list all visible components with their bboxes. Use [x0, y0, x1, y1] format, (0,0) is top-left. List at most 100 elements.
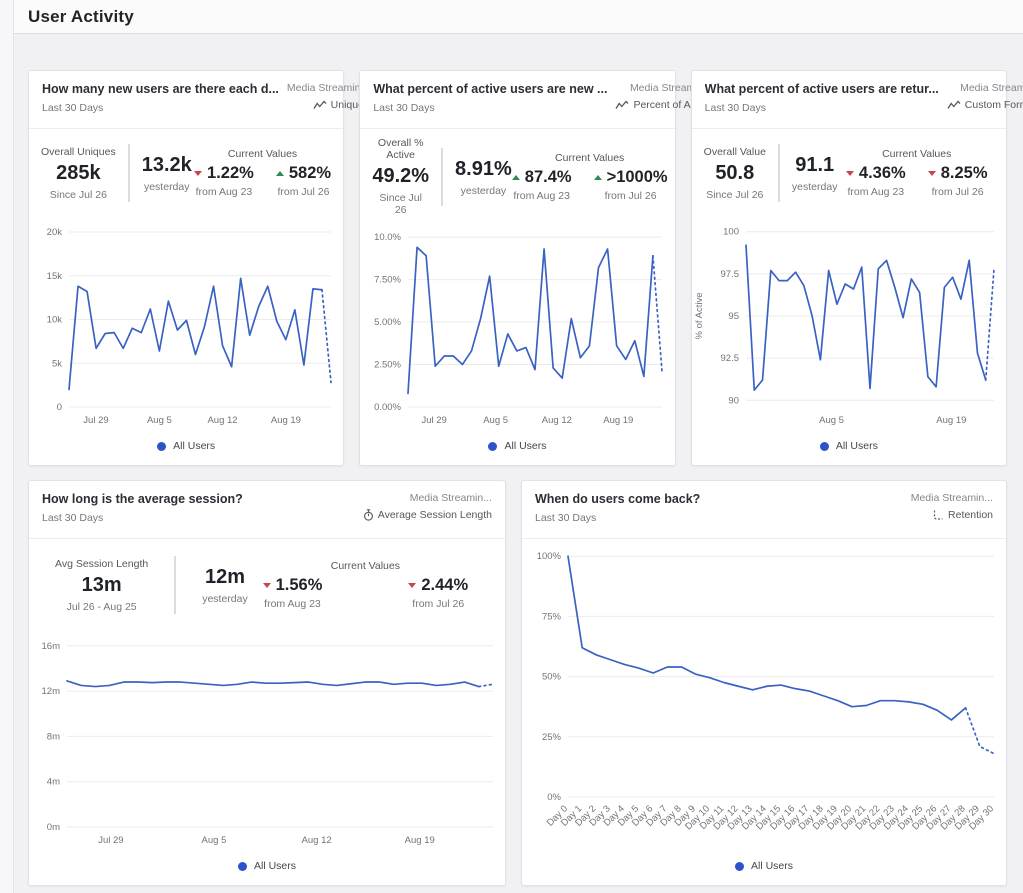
chart-legend[interactable]: All Users [29, 433, 343, 465]
card-header: What percent of active users are new ...… [360, 71, 674, 129]
stats-row: Avg Session Length 13m Jul 26 - Aug 25 1… [29, 539, 505, 629]
svg-text:2.50%: 2.50% [374, 360, 401, 371]
svg-text:0m: 0m [47, 822, 60, 833]
legend-dot-icon [735, 862, 744, 871]
overall-stat: Avg Session Length 13m Jul 26 - Aug 25 [55, 558, 148, 613]
stats-row: Overall % Active 49.2% Since Jul 26 8.91… [360, 129, 674, 222]
overall-stat: Overall Uniques 285k Since Jul 26 [41, 146, 116, 201]
trend-up-icon [512, 175, 520, 180]
card-retention: When do users come back? Last 30 Days Me… [521, 480, 1007, 886]
delta-stat: >1000% from Jul 26 [594, 168, 668, 202]
main-area: User Activity How many new users are the… [14, 0, 1023, 893]
delta-stat: 1.56% from Aug 23 [263, 576, 323, 610]
card-date-range: Last 30 Days [373, 102, 607, 114]
stat-divider [441, 148, 443, 206]
dashboard-page: User Activity How many new users are the… [0, 0, 1023, 893]
line-chart-svg: 20k15k10k5k0Jul 29Aug 5Aug 12Aug 19 [29, 215, 343, 433]
svg-text:10k: 10k [47, 315, 63, 326]
svg-text:Aug 12: Aug 12 [302, 835, 332, 846]
line-chart-canvas[interactable]: 20k15k10k5k0Jul 29Aug 5Aug 12Aug 19 [29, 215, 343, 433]
trend-down-icon [408, 583, 416, 588]
trend-down-icon [928, 171, 936, 176]
stat-divider [128, 144, 130, 202]
line-chart-canvas[interactable]: 10097.59592.590% of ActiveAug 5Aug 19 [692, 215, 1006, 433]
line-chart-canvas[interactable]: 16m12m8m4m0mJul 29Aug 5Aug 12Aug 19 [29, 629, 505, 853]
line-chart-svg: 10.0%7.50%5.00%2.50%0.00%Jul 29Aug 5Aug … [360, 222, 674, 433]
current-values-group: Current Values 1.22% from Aug 23 582% fr… [192, 148, 334, 198]
trend-up-icon [594, 175, 602, 180]
svg-text:0%: 0% [547, 792, 561, 803]
card-new-users: How many new users are there each d... L… [28, 70, 344, 466]
stat-divider [778, 144, 780, 202]
card-percent-returning: What percent of active users are retur..… [691, 70, 1007, 466]
svg-text:Jul 29: Jul 29 [422, 415, 447, 426]
svg-text:15k: 15k [47, 271, 63, 282]
line-chart-canvas[interactable]: 10.0%7.50%5.00%2.50%0.00%Jul 29Aug 5Aug … [360, 222, 674, 433]
svg-text:Aug 19: Aug 19 [271, 415, 301, 426]
card-title[interactable]: How many new users are there each d... [42, 82, 279, 96]
card-header: How long is the average session? Last 30… [29, 481, 505, 539]
overall-stat: Overall Value 50.8 Since Jul 26 [704, 146, 766, 201]
current-values-group: Current Values 87.4% from Aug 23 >1000% … [512, 152, 668, 202]
delta-stat: 87.4% from Aug 23 [512, 168, 572, 202]
delta-stat: 8.25% from Jul 26 [928, 164, 988, 198]
svg-text:7.50%: 7.50% [374, 275, 401, 286]
svg-text:Aug 5: Aug 5 [819, 415, 844, 426]
svg-text:5.00%: 5.00% [374, 317, 401, 328]
stopwatch-icon [363, 509, 374, 521]
svg-text:Aug 12: Aug 12 [542, 415, 572, 426]
chart-legend[interactable]: All Users [360, 433, 674, 465]
card-title[interactable]: How long is the average session? [42, 492, 243, 506]
yesterday-stat: 91.1 yesterday [792, 153, 838, 193]
svg-text:Aug 5: Aug 5 [484, 415, 509, 426]
svg-text:% of Active: % of Active [694, 293, 705, 340]
card-metric: Uniques [287, 99, 369, 111]
card-percent-new: What percent of active users are new ...… [359, 70, 675, 466]
svg-text:Jul 29: Jul 29 [83, 415, 108, 426]
current-values-group: Current Values 4.36% from Aug 23 8.25% f… [837, 148, 996, 198]
trend-down-icon [846, 171, 854, 176]
topbar: User Activity [14, 0, 1023, 34]
legend-dot-icon [820, 442, 829, 451]
svg-text:Aug 19: Aug 19 [936, 415, 966, 426]
svg-text:20k: 20k [47, 227, 63, 238]
svg-text:25%: 25% [542, 732, 562, 743]
chart-legend[interactable]: All Users [692, 433, 1006, 465]
svg-text:8m: 8m [47, 731, 60, 742]
dashboard-content: How many new users are there each d... L… [14, 34, 1023, 893]
stats-row: Overall Value 50.8 Since Jul 26 91.1 yes… [692, 129, 1006, 215]
left-edge-strip [0, 0, 14, 893]
line-chart-svg: 10097.59592.590% of ActiveAug 5Aug 19 [692, 215, 1006, 433]
card-date-range: Last 30 Days [42, 102, 279, 114]
current-values-group: Current Values 1.56% from Aug 23 2.44% f… [248, 560, 483, 610]
yesterday-stat: 13.2k yesterday [142, 153, 192, 193]
trend-line-icon [313, 100, 327, 110]
svg-text:Jul 29: Jul 29 [98, 835, 123, 846]
delta-stat: 2.44% from Jul 26 [408, 576, 468, 610]
svg-text:16m: 16m [42, 641, 61, 652]
yesterday-stat: 8.91% yesterday [455, 157, 512, 197]
card-source: Media Streamin... [363, 492, 492, 504]
svg-text:97.5: 97.5 [720, 269, 739, 280]
svg-text:50%: 50% [542, 672, 562, 683]
card-date-range: Last 30 Days [535, 512, 700, 524]
card-title[interactable]: What percent of active users are new ... [373, 82, 607, 96]
svg-text:95: 95 [728, 311, 739, 322]
svg-text:100%: 100% [537, 551, 562, 562]
chart-legend[interactable]: All Users [522, 853, 1006, 885]
stats-row: Overall Uniques 285k Since Jul 26 13.2k … [29, 129, 343, 215]
svg-text:100: 100 [723, 227, 739, 238]
legend-dot-icon [157, 442, 166, 451]
stat-divider [174, 556, 176, 614]
retention-icon [932, 509, 944, 521]
svg-text:0.00%: 0.00% [374, 402, 401, 413]
svg-text:12m: 12m [42, 686, 61, 697]
chart-legend[interactable]: All Users [29, 853, 505, 885]
line-chart-svg: 100%75%50%25%0%Day 0Day 1Day 2Day 3Day 4… [522, 539, 1006, 853]
card-title[interactable]: When do users come back? [535, 492, 700, 506]
trend-down-icon [194, 171, 202, 176]
card-title[interactable]: What percent of active users are retur..… [705, 82, 939, 96]
retention-chart-canvas[interactable]: 100%75%50%25%0%Day 0Day 1Day 2Day 3Day 4… [522, 539, 1006, 853]
card-metric: Average Session Length [363, 509, 492, 521]
card-header: What percent of active users are retur..… [692, 71, 1006, 129]
